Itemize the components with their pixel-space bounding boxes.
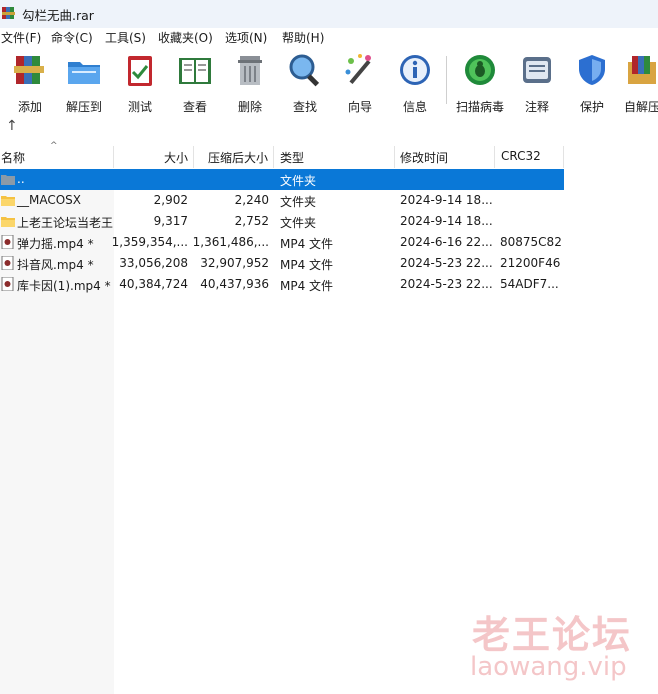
row-name: 上老王论坛当老王 bbox=[17, 216, 114, 230]
row-size: 1,359,354,... bbox=[111, 235, 188, 249]
trash-icon bbox=[238, 56, 262, 85]
column-header: 名称 大小 压缩后大小 类型 修改时间 CRC32 bbox=[0, 146, 658, 168]
row-type: 文件夹 bbox=[280, 174, 317, 188]
column-divider[interactable] bbox=[193, 146, 194, 168]
sfx-button[interactable]: 自解压 bbox=[612, 52, 658, 115]
row-type: 文件夹 bbox=[280, 216, 317, 230]
info-button[interactable]: 信息 bbox=[385, 52, 445, 115]
row-size: 2,902 bbox=[153, 193, 188, 207]
book-view-icon bbox=[179, 58, 211, 84]
col-name[interactable]: 名称 bbox=[1, 149, 25, 166]
column-divider[interactable] bbox=[394, 146, 395, 168]
menu-help[interactable]: 帮助(H) bbox=[282, 29, 324, 46]
toolbar: 添加 解压到 测试 查看 删除 查找 向导 信息 扫描病毒 注释 保护 自解压 bbox=[0, 46, 658, 115]
books-add-icon bbox=[14, 56, 44, 84]
row-packed: 40,437,936 bbox=[200, 277, 269, 291]
row-size: 40,384,724 bbox=[119, 277, 188, 291]
row-type: MP4 文件 bbox=[280, 258, 334, 272]
toolbar-separator bbox=[446, 56, 447, 104]
view-button[interactable]: 查看 bbox=[165, 52, 225, 115]
info-icon bbox=[400, 55, 430, 85]
winrar-app-icon bbox=[2, 7, 15, 19]
row-crc: 21200F46 bbox=[500, 256, 561, 270]
test-button[interactable]: 测试 bbox=[110, 52, 170, 115]
video-file-icon bbox=[1, 235, 14, 249]
menu-options[interactable]: 选项(N) bbox=[225, 29, 267, 46]
col-packed[interactable]: 压缩后大小 bbox=[208, 149, 268, 166]
delete-button[interactable]: 删除 bbox=[220, 52, 280, 115]
comment-button[interactable]: 注释 bbox=[507, 52, 567, 115]
table-row[interactable]: 抖音风.mp4 * 33,056,208 32,907,952 MP4 文件 2… bbox=[0, 253, 564, 274]
row-name: 抖音风.mp4 * bbox=[17, 258, 94, 272]
col-size[interactable]: 大小 bbox=[164, 149, 188, 166]
window-title: 勾栏无曲.rar bbox=[22, 8, 94, 23]
row-modified: 2024-9-14 18... bbox=[400, 193, 493, 207]
row-name: .. bbox=[17, 172, 25, 186]
folder-icon bbox=[1, 217, 15, 227]
up-arrow-icon[interactable]: ↑ bbox=[6, 118, 18, 134]
magic-wand-icon bbox=[345, 54, 371, 85]
column-divider[interactable] bbox=[494, 146, 495, 168]
folder-icon bbox=[1, 196, 15, 206]
row-modified: 2024-5-23 22... bbox=[400, 277, 493, 291]
row-crc: 80875C82 bbox=[500, 235, 562, 249]
menu-commands[interactable]: 命令(C) bbox=[51, 29, 93, 46]
table-row[interactable]: 弹力摇.mp4 * 1,359,354,... 1,361,486,... MP… bbox=[0, 232, 564, 253]
title-bar: 勾栏无曲.rar bbox=[0, 0, 658, 28]
menu-favorites[interactable]: 收藏夹(O) bbox=[158, 29, 213, 46]
row-type: MP4 文件 bbox=[280, 237, 334, 251]
shield-icon bbox=[579, 55, 605, 85]
row-type: MP4 文件 bbox=[280, 279, 334, 293]
row-size: 9,317 bbox=[153, 214, 188, 228]
column-divider[interactable] bbox=[273, 146, 274, 168]
watermark-text: 老王论坛 bbox=[472, 613, 633, 657]
row-packed: 2,752 bbox=[234, 214, 269, 228]
menu-tools[interactable]: 工具(S) bbox=[105, 29, 146, 46]
sort-arrow-icon: ^ bbox=[50, 141, 58, 151]
menu-file[interactable]: 文件(F) bbox=[1, 29, 41, 46]
extract-to-button[interactable]: 解压到 bbox=[54, 52, 114, 115]
row-packed: 32,907,952 bbox=[200, 256, 269, 270]
sfx-icon bbox=[628, 56, 656, 84]
folder-extract-icon bbox=[68, 62, 100, 84]
video-file-icon bbox=[1, 277, 14, 291]
col-type[interactable]: 类型 bbox=[280, 149, 304, 166]
row-name: 弹力摇.mp4 * bbox=[17, 237, 94, 251]
table-row[interactable]: 库卡因(1).mp4 * 40,384,724 40,437,936 MP4 文… bbox=[0, 274, 564, 295]
watermark-url: laowang.vip bbox=[470, 652, 627, 682]
row-crc: 54ADF7... bbox=[500, 277, 559, 291]
row-name: __MACOSX bbox=[17, 193, 82, 207]
menu-bar: 文件(F) 命令(C) 工具(S) 收藏夹(O) 选项(N) 帮助(H) bbox=[0, 28, 658, 46]
magnifier-icon bbox=[289, 54, 320, 87]
table-row[interactable]: .. 文件夹 bbox=[0, 169, 564, 190]
path-bar: ↑ bbox=[0, 112, 658, 144]
virus-scan-button[interactable]: 扫描病毒 bbox=[450, 52, 510, 115]
find-button[interactable]: 查找 bbox=[275, 52, 335, 115]
row-size: 33,056,208 bbox=[119, 256, 188, 270]
wizard-button[interactable]: 向导 bbox=[330, 52, 390, 115]
row-modified: 2024-6-16 22... bbox=[400, 235, 493, 249]
row-packed: 2,240 bbox=[234, 193, 269, 207]
column-divider[interactable] bbox=[113, 146, 114, 168]
folder-up-icon bbox=[1, 175, 15, 185]
row-modified: 2024-9-14 18... bbox=[400, 214, 493, 228]
video-file-icon bbox=[1, 256, 14, 270]
row-name: 库卡因(1).mp4 * bbox=[17, 279, 111, 293]
row-type: 文件夹 bbox=[280, 195, 317, 209]
row-packed: 1,361,486,... bbox=[192, 235, 269, 249]
virus-scan-icon bbox=[465, 55, 495, 85]
col-crc[interactable]: CRC32 bbox=[501, 149, 541, 163]
row-modified: 2024-5-23 22... bbox=[400, 256, 493, 270]
col-modified[interactable]: 修改时间 bbox=[400, 149, 448, 166]
table-row[interactable]: 上老王论坛当老王 9,317 2,752 文件夹 2024-9-14 18... bbox=[0, 211, 564, 232]
column-divider[interactable] bbox=[563, 146, 564, 168]
clipboard-test-icon bbox=[128, 56, 152, 86]
add-button[interactable]: 添加 bbox=[0, 52, 60, 115]
table-row[interactable]: __MACOSX 2,902 2,240 文件夹 2024-9-14 18... bbox=[0, 190, 564, 211]
comment-icon bbox=[523, 57, 551, 83]
